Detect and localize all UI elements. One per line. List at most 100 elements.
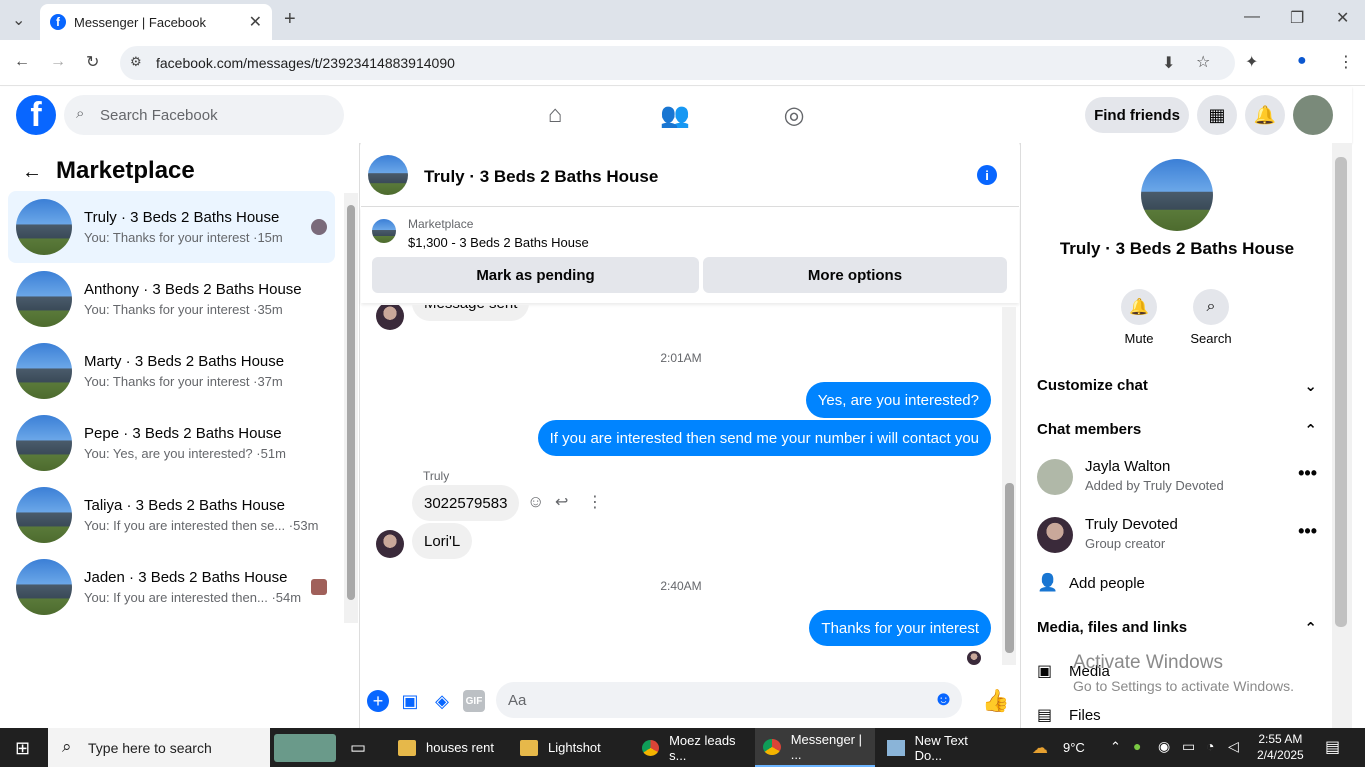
taskbar-item-lightshot[interactable]: Lightshot bbox=[510, 728, 628, 767]
menu-grid-icon[interactable]: ▦ bbox=[1197, 95, 1237, 135]
conversation-item[interactable]: Anthony · 3 Beds 2 Baths House You: Than… bbox=[8, 263, 335, 335]
restore-icon[interactable]: ❐ bbox=[1290, 8, 1304, 28]
tab-search-icon[interactable]: ⌄ bbox=[12, 10, 25, 30]
conversation-item[interactable]: Taliya · 3 Beds 2 Baths House You: If yo… bbox=[8, 479, 335, 551]
friends-icon[interactable]: 👥 bbox=[660, 101, 690, 129]
mute-action[interactable]: 🔔 Mute bbox=[1109, 289, 1169, 346]
taskbar-item-houses-rent[interactable]: houses rent bbox=[388, 728, 498, 767]
volume-icon[interactable]: ◁ bbox=[1228, 738, 1239, 755]
conversation-preview: You: Thanks for your interest bbox=[84, 302, 250, 317]
weather-temp[interactable]: 9°C bbox=[1063, 740, 1085, 755]
find-friends-button[interactable]: Find friends bbox=[1085, 97, 1189, 133]
reply-icon[interactable]: ↩ bbox=[555, 492, 568, 512]
more-options-button[interactable]: More options bbox=[703, 257, 1007, 293]
browser-tab[interactable]: f Messenger | Facebook ✕ bbox=[40, 4, 272, 40]
member-item[interactable]: Truly Devoted Group creator ••• bbox=[1037, 513, 1317, 557]
extensions-icon[interactable]: ✦ bbox=[1245, 52, 1258, 72]
tab-close-icon[interactable]: ✕ bbox=[249, 12, 262, 32]
media-files-links-label: Media, files and links bbox=[1037, 619, 1188, 636]
like-thumb-icon[interactable]: 👍 bbox=[982, 688, 1009, 713]
photo-icon[interactable]: ▣ bbox=[399, 690, 421, 712]
wifi-icon[interactable]: ◔ bbox=[1206, 738, 1214, 754]
message-bubble-outgoing[interactable]: Yes, are you interested? bbox=[805, 382, 991, 418]
facebook-logo-icon[interactable]: f bbox=[16, 95, 56, 135]
listing-thumbnail[interactable] bbox=[372, 219, 396, 243]
plus-icon[interactable]: + bbox=[367, 690, 389, 712]
sidebar-scrollbar-thumb[interactable] bbox=[347, 205, 355, 600]
info-icon[interactable]: i bbox=[977, 165, 997, 185]
sidebar-title: Marketplace bbox=[56, 157, 195, 184]
taskbar-item-messenger[interactable]: Messenger | ... bbox=[755, 728, 875, 767]
react-emoji-icon[interactable]: ☺ bbox=[527, 492, 544, 512]
tray-camera-icon[interactable]: ◉ bbox=[1158, 738, 1170, 755]
account-avatar[interactable] bbox=[1293, 95, 1333, 135]
back-arrow-icon[interactable]: ← bbox=[22, 161, 42, 184]
browser-tabbar: ⌄ f Messenger | Facebook ✕ + — ❐ ✕ bbox=[0, 0, 1365, 40]
gif-icon[interactable]: GIF bbox=[463, 690, 485, 712]
chrome-menu-icon[interactable]: ⋮ bbox=[1338, 52, 1354, 72]
tab-title: Messenger | Facebook bbox=[74, 14, 206, 30]
notifications-bell-icon[interactable]: 🔔 bbox=[1245, 95, 1285, 135]
message-bubble-outgoing[interactable]: Thanks for your interest bbox=[809, 610, 991, 646]
task-view-icon[interactable]: ▭ bbox=[350, 738, 366, 758]
member-more-icon[interactable]: ••• bbox=[1298, 521, 1317, 542]
windows-start-icon[interactable]: ⊞ bbox=[15, 738, 30, 759]
customize-chat-row[interactable]: Customize chat ⌄ bbox=[1037, 377, 1317, 395]
groups-icon[interactable]: ◎ bbox=[780, 101, 808, 129]
news-widget-icon[interactable] bbox=[274, 734, 336, 762]
message-bubble-incoming[interactable]: Message sent bbox=[412, 305, 530, 321]
window-close-icon[interactable]: ✕ bbox=[1336, 8, 1349, 28]
search-icon: ⌕ bbox=[62, 737, 72, 756]
sticker-icon[interactable]: ◈ bbox=[431, 690, 453, 712]
notification-center-icon[interactable]: ▤ bbox=[1325, 737, 1340, 757]
minimize-icon[interactable]: — bbox=[1244, 8, 1260, 26]
url-field[interactable]: ⚙ facebook.com/messages/t/23923414883914… bbox=[120, 46, 1235, 80]
more-actions-icon[interactable]: ⋮ bbox=[587, 492, 603, 512]
taskbar-item-moez-leads[interactable]: Moez leads s... bbox=[632, 728, 752, 767]
chat-avatar[interactable] bbox=[368, 155, 408, 195]
conversation-preview: You: If you are interested then... bbox=[84, 590, 268, 605]
conversation-item[interactable]: Jaden · 3 Beds 2 Baths House You: If you… bbox=[8, 551, 335, 623]
message-input[interactable]: Aa ☻ bbox=[496, 682, 962, 718]
search-facebook-input[interactable]: ⌕ Search Facebook bbox=[64, 95, 344, 135]
reload-icon[interactable]: ↻ bbox=[86, 52, 99, 72]
chevron-up-icon[interactable]: ⌃ bbox=[1110, 739, 1121, 755]
marketplace-banner: Marketplace $1,300 - 3 Beds 2 Baths Hous… bbox=[361, 207, 1019, 303]
search-action[interactable]: ⌕ Search bbox=[1181, 289, 1241, 346]
listing-price[interactable]: $1,300 - 3 Beds 2 Baths House bbox=[408, 235, 589, 250]
member-item[interactable]: Jayla Walton Added by Truly Devoted ••• bbox=[1037, 455, 1317, 499]
emoji-icon[interactable]: ☻ bbox=[933, 688, 954, 711]
new-tab-icon[interactable]: + bbox=[284, 8, 296, 31]
conversation-item[interactable]: Pepe · 3 Beds 2 Baths House You: Yes, ar… bbox=[8, 407, 335, 479]
battery-icon[interactable]: ▭ bbox=[1182, 738, 1195, 755]
bookmark-star-icon[interactable]: ☆ bbox=[1196, 52, 1210, 72]
conversation-item[interactable]: Truly · 3 Beds 2 Baths House You: Thanks… bbox=[8, 191, 335, 263]
message-bubble-incoming[interactable]: Lori'L bbox=[412, 523, 473, 559]
conversation-title: Anthony · 3 Beds 2 Baths House bbox=[84, 281, 302, 298]
marketplace-sidebar: ← Marketplace Truly · 3 Beds 2 Baths Hou… bbox=[0, 143, 360, 728]
home-icon[interactable]: ⌂ bbox=[541, 101, 569, 129]
chat-members-row[interactable]: Chat members ⌃ bbox=[1037, 421, 1317, 439]
install-icon[interactable]: ⬇ bbox=[1162, 53, 1175, 73]
tray-app-icon[interactable]: ● bbox=[1133, 738, 1141, 754]
member-name: Truly Devoted bbox=[1085, 516, 1178, 533]
taskbar-clock[interactable]: 2:55 AM 2/4/2025 bbox=[1257, 731, 1304, 763]
back-icon[interactable]: ← bbox=[14, 53, 30, 71]
media-files-links-row[interactable]: Media, files and links ⌃ bbox=[1037, 619, 1317, 637]
site-info-icon[interactable]: ⚙ bbox=[130, 54, 142, 70]
profile-icon[interactable]: ● bbox=[1297, 52, 1307, 70]
taskbar-item-notepad[interactable]: New Text Do... bbox=[877, 728, 997, 767]
page-scrollbar-thumb[interactable] bbox=[1335, 157, 1347, 627]
files-item[interactable]: ▤ Files bbox=[1037, 705, 1101, 725]
taskbar-item-label: Lightshot bbox=[548, 740, 601, 755]
message-bubble-incoming[interactable]: 3022579583 bbox=[412, 485, 520, 521]
chat-scrollbar-thumb[interactable] bbox=[1005, 483, 1014, 653]
chat-title[interactable]: Truly · 3 Beds 2 Baths House bbox=[424, 167, 658, 187]
taskbar-search[interactable]: ⌕ Type here to search bbox=[48, 728, 270, 767]
message-bubble-outgoing[interactable]: If you are interested then send me your … bbox=[537, 420, 991, 456]
mark-as-pending-button[interactable]: Mark as pending bbox=[372, 257, 699, 293]
member-more-icon[interactable]: ••• bbox=[1298, 463, 1317, 484]
add-people-button[interactable]: 👤 Add people bbox=[1037, 573, 1145, 593]
conversation-item[interactable]: Marty · 3 Beds 2 Baths House You: Thanks… bbox=[8, 335, 335, 407]
forward-icon[interactable]: → bbox=[50, 53, 66, 71]
